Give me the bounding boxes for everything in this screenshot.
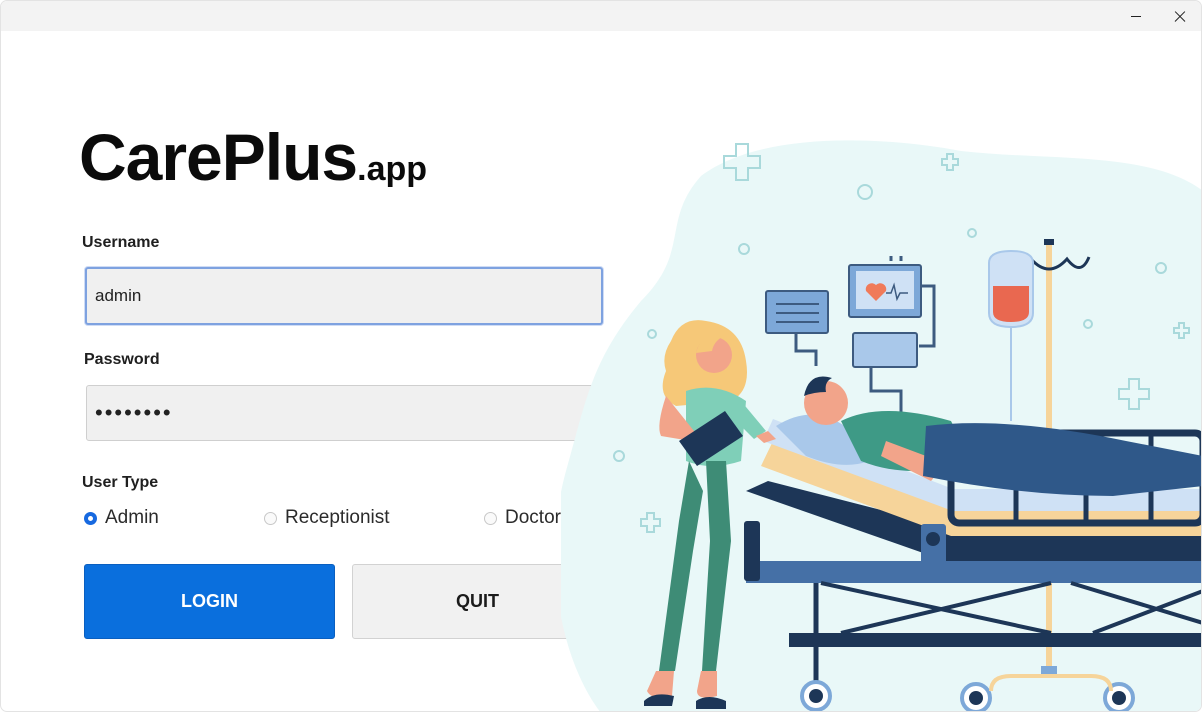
radio-admin[interactable]: Admin xyxy=(84,507,159,529)
radio-unchecked-icon xyxy=(484,511,497,525)
radio-receptionist[interactable]: Receptionist xyxy=(264,507,390,529)
username-label: Username xyxy=(82,234,160,251)
logo-main-text: CarePlus xyxy=(79,120,358,194)
close-button[interactable] xyxy=(1157,1,1201,31)
radio-unchecked-icon xyxy=(264,511,277,525)
password-input[interactable]: •••••••• xyxy=(86,385,602,441)
user-type-radio-group: Admin Receptionist Doctor xyxy=(81,507,601,529)
radio-doctor[interactable]: Doctor xyxy=(484,507,561,529)
radio-receptionist-label: Receptionist xyxy=(285,507,390,528)
app-logo: CarePlus.app xyxy=(79,119,427,195)
radio-admin-label: Admin xyxy=(105,507,159,528)
title-bar xyxy=(1,1,1201,31)
minimize-icon xyxy=(1131,15,1141,17)
minimize-button[interactable] xyxy=(1113,1,1159,31)
hospital-bed-illustration xyxy=(561,140,1201,711)
radio-checked-icon xyxy=(84,511,97,525)
username-input[interactable] xyxy=(85,267,603,325)
close-icon xyxy=(1174,10,1186,22)
radio-doctor-label: Doctor xyxy=(505,507,561,528)
user-type-label: User Type xyxy=(82,474,159,491)
password-label: Password xyxy=(84,351,160,368)
logo-suffix-text: .app xyxy=(357,150,428,188)
login-window: CarePlus.app Username Password •••••••• … xyxy=(0,0,1202,712)
login-button[interactable]: LOGIN xyxy=(84,564,335,639)
